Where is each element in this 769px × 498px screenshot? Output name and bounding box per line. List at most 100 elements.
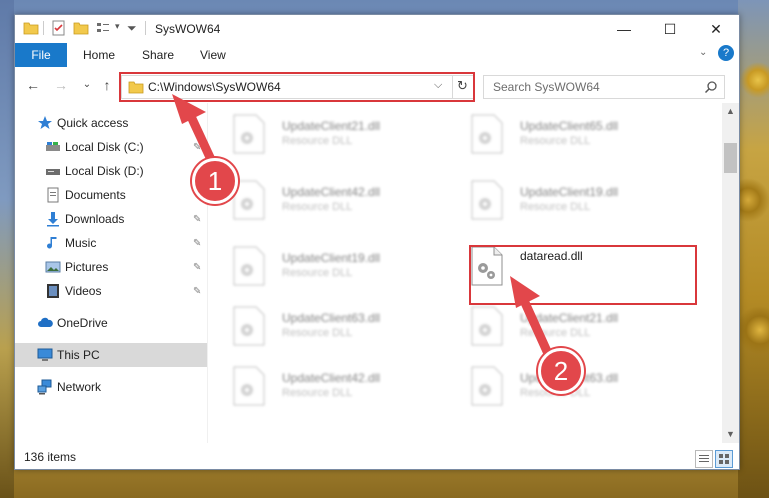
file-item[interactable]: UpdateClient21.dll Resource DLL [208,109,438,163]
sidebar-item-network[interactable]: Network [15,375,207,399]
forward-button[interactable]: → [51,76,71,94]
cloud-icon [38,317,53,327]
drive-icon [46,142,60,151]
back-button[interactable]: ← [23,76,43,94]
separator [43,21,44,35]
file-description: Resource DLL [520,201,591,213]
explorer-window: ▾ ⏷ SysWOW64 — ☐ ✕ File Home Share View … [14,14,740,470]
file-list: UpdateClient21.dll Resource DLL UpdateCl… [208,103,722,443]
file-item[interactable]: UpdateClient42.dll Resource DLL [208,175,438,229]
dll-file-icon [471,180,503,220]
pin-icon[interactable]: ✎ [193,262,203,273]
sidebar-item-documents[interactable]: Documents ✎ [15,183,207,207]
scroll-up-icon[interactable]: ▲ [722,103,739,120]
drive-icon [46,169,60,175]
file-name: UpdateClient42.dll [282,185,381,199]
view-menu-icon[interactable] [95,20,111,36]
search-icon[interactable] [704,80,718,94]
file-name: UpdateClient65.dll [520,119,619,133]
vertical-scrollbar[interactable]: ▲ ▼ [722,103,739,443]
file-description: Resource DLL [282,327,353,339]
file-description: Resource DLL [282,267,353,279]
file-name: UpdateClient19.dll [282,251,381,265]
videos-icon [47,284,59,298]
pin-icon[interactable]: ✎ [193,238,203,249]
properties-icon[interactable] [51,20,67,36]
search-box[interactable]: Search SysWOW64 [483,75,725,99]
file-item[interactable]: UpdateClient21.dll Resource DLL [446,301,676,355]
up-button[interactable]: ↑ [97,76,117,94]
qa-dropdown-icon[interactable]: ⏷ [127,21,137,36]
file-name: UpdateClient21.dll [520,311,619,325]
dll-file-icon [233,306,265,346]
pin-icon[interactable]: ✎ [193,214,203,225]
window-title: SysWOW64 [155,22,221,36]
file-name: UpdateClient19.dll [520,185,619,199]
scroll-down-icon[interactable]: ▼ [722,426,739,443]
sidebar-item-onedrive[interactable]: OneDrive [15,311,207,335]
address-highlight-box [119,72,475,102]
pictures-icon [45,261,61,273]
file-item[interactable]: UpdateClient42.dll Resource DLL [208,361,438,415]
download-icon [47,212,59,227]
desktop-background-left [0,0,14,498]
file-description: Resource DLL [282,201,353,213]
navigation-pane: Quick access Local Disk (C:) ✎ Local Dis… [15,103,207,443]
separator [145,21,146,35]
network-icon [37,379,52,395]
sidebar-item-label: Pictures [65,260,109,274]
tab-view[interactable]: View [200,43,226,67]
sidebar-item-label: Network [57,380,102,394]
dll-file-icon [233,114,265,154]
sidebar-item-label: Local Disk (C:) [65,140,144,154]
file-description: Resource DLL [282,135,353,147]
file-description: Resource DLL [520,135,591,147]
details-view-icon[interactable] [695,450,713,468]
tab-share[interactable]: Share [142,43,174,67]
sidebar-item-quick-access[interactable]: Quick access [15,111,207,135]
tab-home[interactable]: Home [83,43,115,67]
file-item[interactable]: UpdateClient63.dll Resource DLL [208,301,438,355]
file-name: UpdateClient42.dll [282,371,381,385]
scroll-thumb[interactable] [724,143,737,173]
sidebar-item-label: This PC [57,348,100,362]
file-name: UpdateClient21.dll [282,119,381,133]
recent-locations-button[interactable]: ⌄ [77,76,97,94]
file-item[interactable]: UpdateClient19.dll Resource DLL [446,175,676,229]
pin-icon[interactable]: ✎ [193,142,203,153]
help-button[interactable]: ? [718,45,734,61]
dll-file-icon [233,246,265,286]
navigation-bar: ← → ⌄ ↑ C:\Windows\SysWOW64 ⌵ ↻ Search S… [15,67,739,103]
close-button[interactable]: ✕ [693,15,739,43]
file-item[interactable]: UpdateClient19.dll Resource DLL [208,241,438,295]
maximize-button[interactable]: ☐ [647,15,693,43]
folder-icon [23,22,39,35]
sidebar-item-this-pc[interactable]: This PC [15,343,207,367]
sidebar-item-videos[interactable]: Videos ✎ [15,279,207,303]
file-name: UpdateClient63.dll [282,311,381,325]
dll-file-icon [233,366,265,406]
sidebar-item-downloads[interactable]: Downloads ✎ [15,207,207,231]
expand-ribbon-icon[interactable]: ⌄ [699,47,707,58]
new-folder-icon[interactable] [73,20,89,36]
music-icon [47,237,57,249]
pin-icon[interactable]: ✎ [193,286,203,297]
sidebar-item-pictures[interactable]: Pictures ✎ [15,255,207,279]
item-count: 136 items [24,450,77,464]
sidebar-item-local-disk-c[interactable]: Local Disk (C:) ✎ [15,135,207,159]
sidebar-item-label: Quick access [57,116,129,130]
computer-icon [37,348,53,361]
customize-toolbar-icon[interactable]: ▾ [115,21,120,32]
large-icons-view-icon[interactable] [715,450,733,468]
sidebar-item-label: Videos [65,284,102,298]
minimize-button[interactable]: — [601,15,647,43]
sidebar-item-local-disk-d[interactable]: Local Disk (D:) ✎ [15,159,207,183]
dll-file-icon [471,306,503,346]
file-item[interactable]: UpdateClient65.dll Resource DLL [446,109,676,163]
tab-file[interactable]: File [15,43,67,67]
file-highlight-box [469,245,697,305]
dll-file-icon [471,114,503,154]
sidebar-item-music[interactable]: Music ✎ [15,231,207,255]
ribbon-tabs: File Home Share View ⌄ ? [15,43,739,68]
search-input[interactable]: Search SysWOW64 [493,80,600,94]
